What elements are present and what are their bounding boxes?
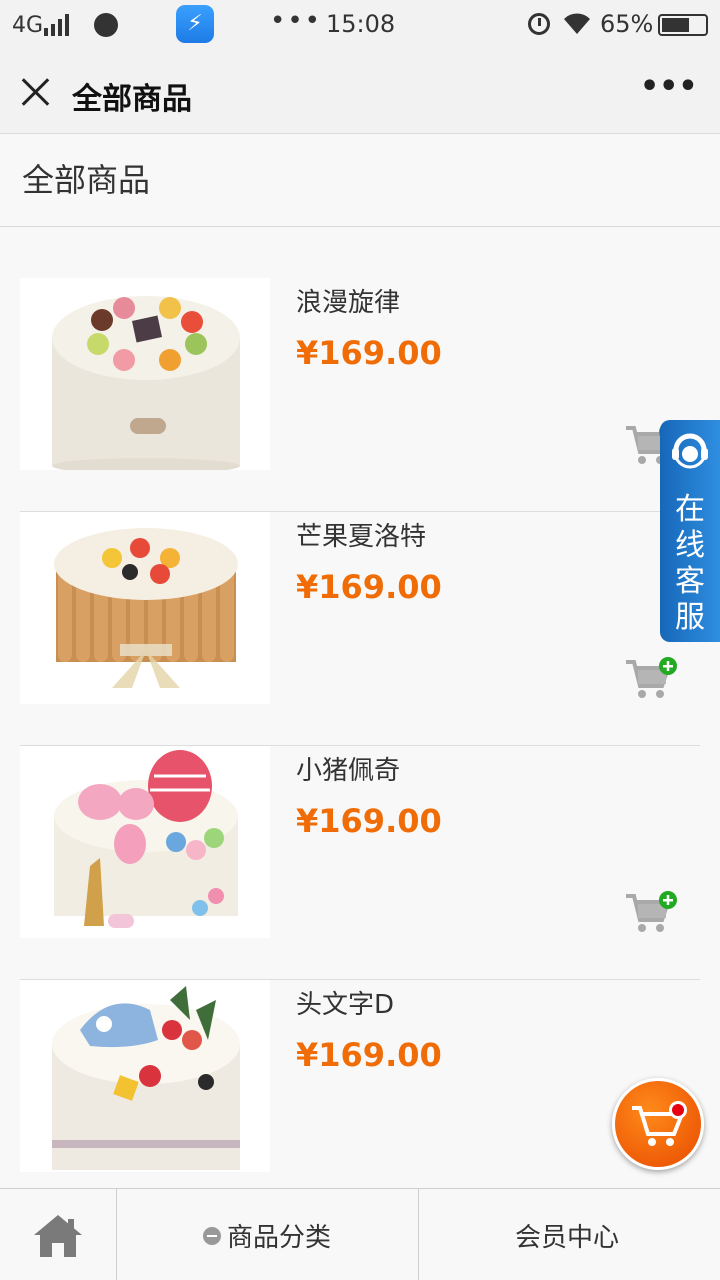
browser-icon (94, 13, 118, 37)
floating-cart-button[interactable] (612, 1078, 704, 1170)
signal-icon (44, 14, 74, 36)
headset-icon (668, 430, 712, 470)
product-image[interactable] (20, 512, 270, 704)
page-header: 全部商品 (0, 135, 720, 227)
tab-home[interactable] (0, 1189, 117, 1280)
status-bar: 4G ⚡ ••• 15:08 65% (0, 0, 720, 52)
tab-member-label: 会员中心 (515, 1223, 620, 1253)
product-name[interactable]: 小猪佩奇 (296, 750, 400, 787)
alarm-icon (528, 13, 550, 35)
online-service-button[interactable]: 在线客服 (660, 420, 720, 642)
cart-badge-dot (669, 1101, 687, 1119)
product-price: ¥169.00 (296, 802, 442, 840)
add-to-cart-icon[interactable] (624, 656, 680, 702)
product-name[interactable]: 头文字D (296, 984, 394, 1021)
product-list[interactable]: 浪漫旋律 ¥169.00 芒果夏洛特 ¥169.00 小猪佩奇 ¥169.00 … (0, 228, 720, 1188)
online-service-label: 在线客服 (675, 492, 705, 635)
product-price: ¥169.00 (296, 1036, 442, 1074)
close-icon[interactable] (18, 74, 54, 110)
battery-percent: 65% (600, 10, 654, 38)
product-item[interactable]: 芒果夏洛特 ¥169.00 (0, 512, 720, 746)
battery-icon (658, 14, 708, 36)
home-icon (34, 1215, 82, 1257)
product-image[interactable] (20, 980, 270, 1172)
product-item[interactable]: 小猪佩奇 ¥169.00 (0, 746, 720, 980)
tab-category-label: 商品分类 (227, 1223, 332, 1253)
nav-title: 全部商品 (72, 82, 192, 117)
bottom-tab-bar: 商品分类 会员中心 (0, 1188, 720, 1280)
product-image[interactable] (20, 278, 270, 470)
product-item[interactable]: 浪漫旋律 ¥169.00 (0, 278, 720, 512)
product-price: ¥169.00 (296, 334, 442, 372)
clock: 15:08 (326, 10, 396, 38)
add-to-cart-icon[interactable] (624, 890, 680, 936)
tab-category[interactable]: 商品分类 (117, 1189, 419, 1280)
page-title: 全部商品 (22, 161, 151, 199)
shopping-cart-icon (632, 1106, 685, 1146)
tab-member-center[interactable]: 会员中心 (419, 1189, 720, 1280)
product-name[interactable]: 浪漫旋律 (296, 282, 400, 319)
network-label: 4G (12, 13, 44, 38)
wifi-icon (562, 10, 592, 42)
nav-bar: 全部商品 ••• (0, 52, 720, 134)
status-dots: ••• (270, 6, 323, 36)
product-name[interactable]: 芒果夏洛特 (296, 516, 426, 553)
app-lightning-icon: ⚡ (176, 5, 214, 43)
more-icon[interactable]: ••• (640, 72, 698, 112)
product-price: ¥169.00 (296, 568, 442, 606)
category-icon (203, 1227, 221, 1245)
product-image[interactable] (20, 746, 270, 938)
